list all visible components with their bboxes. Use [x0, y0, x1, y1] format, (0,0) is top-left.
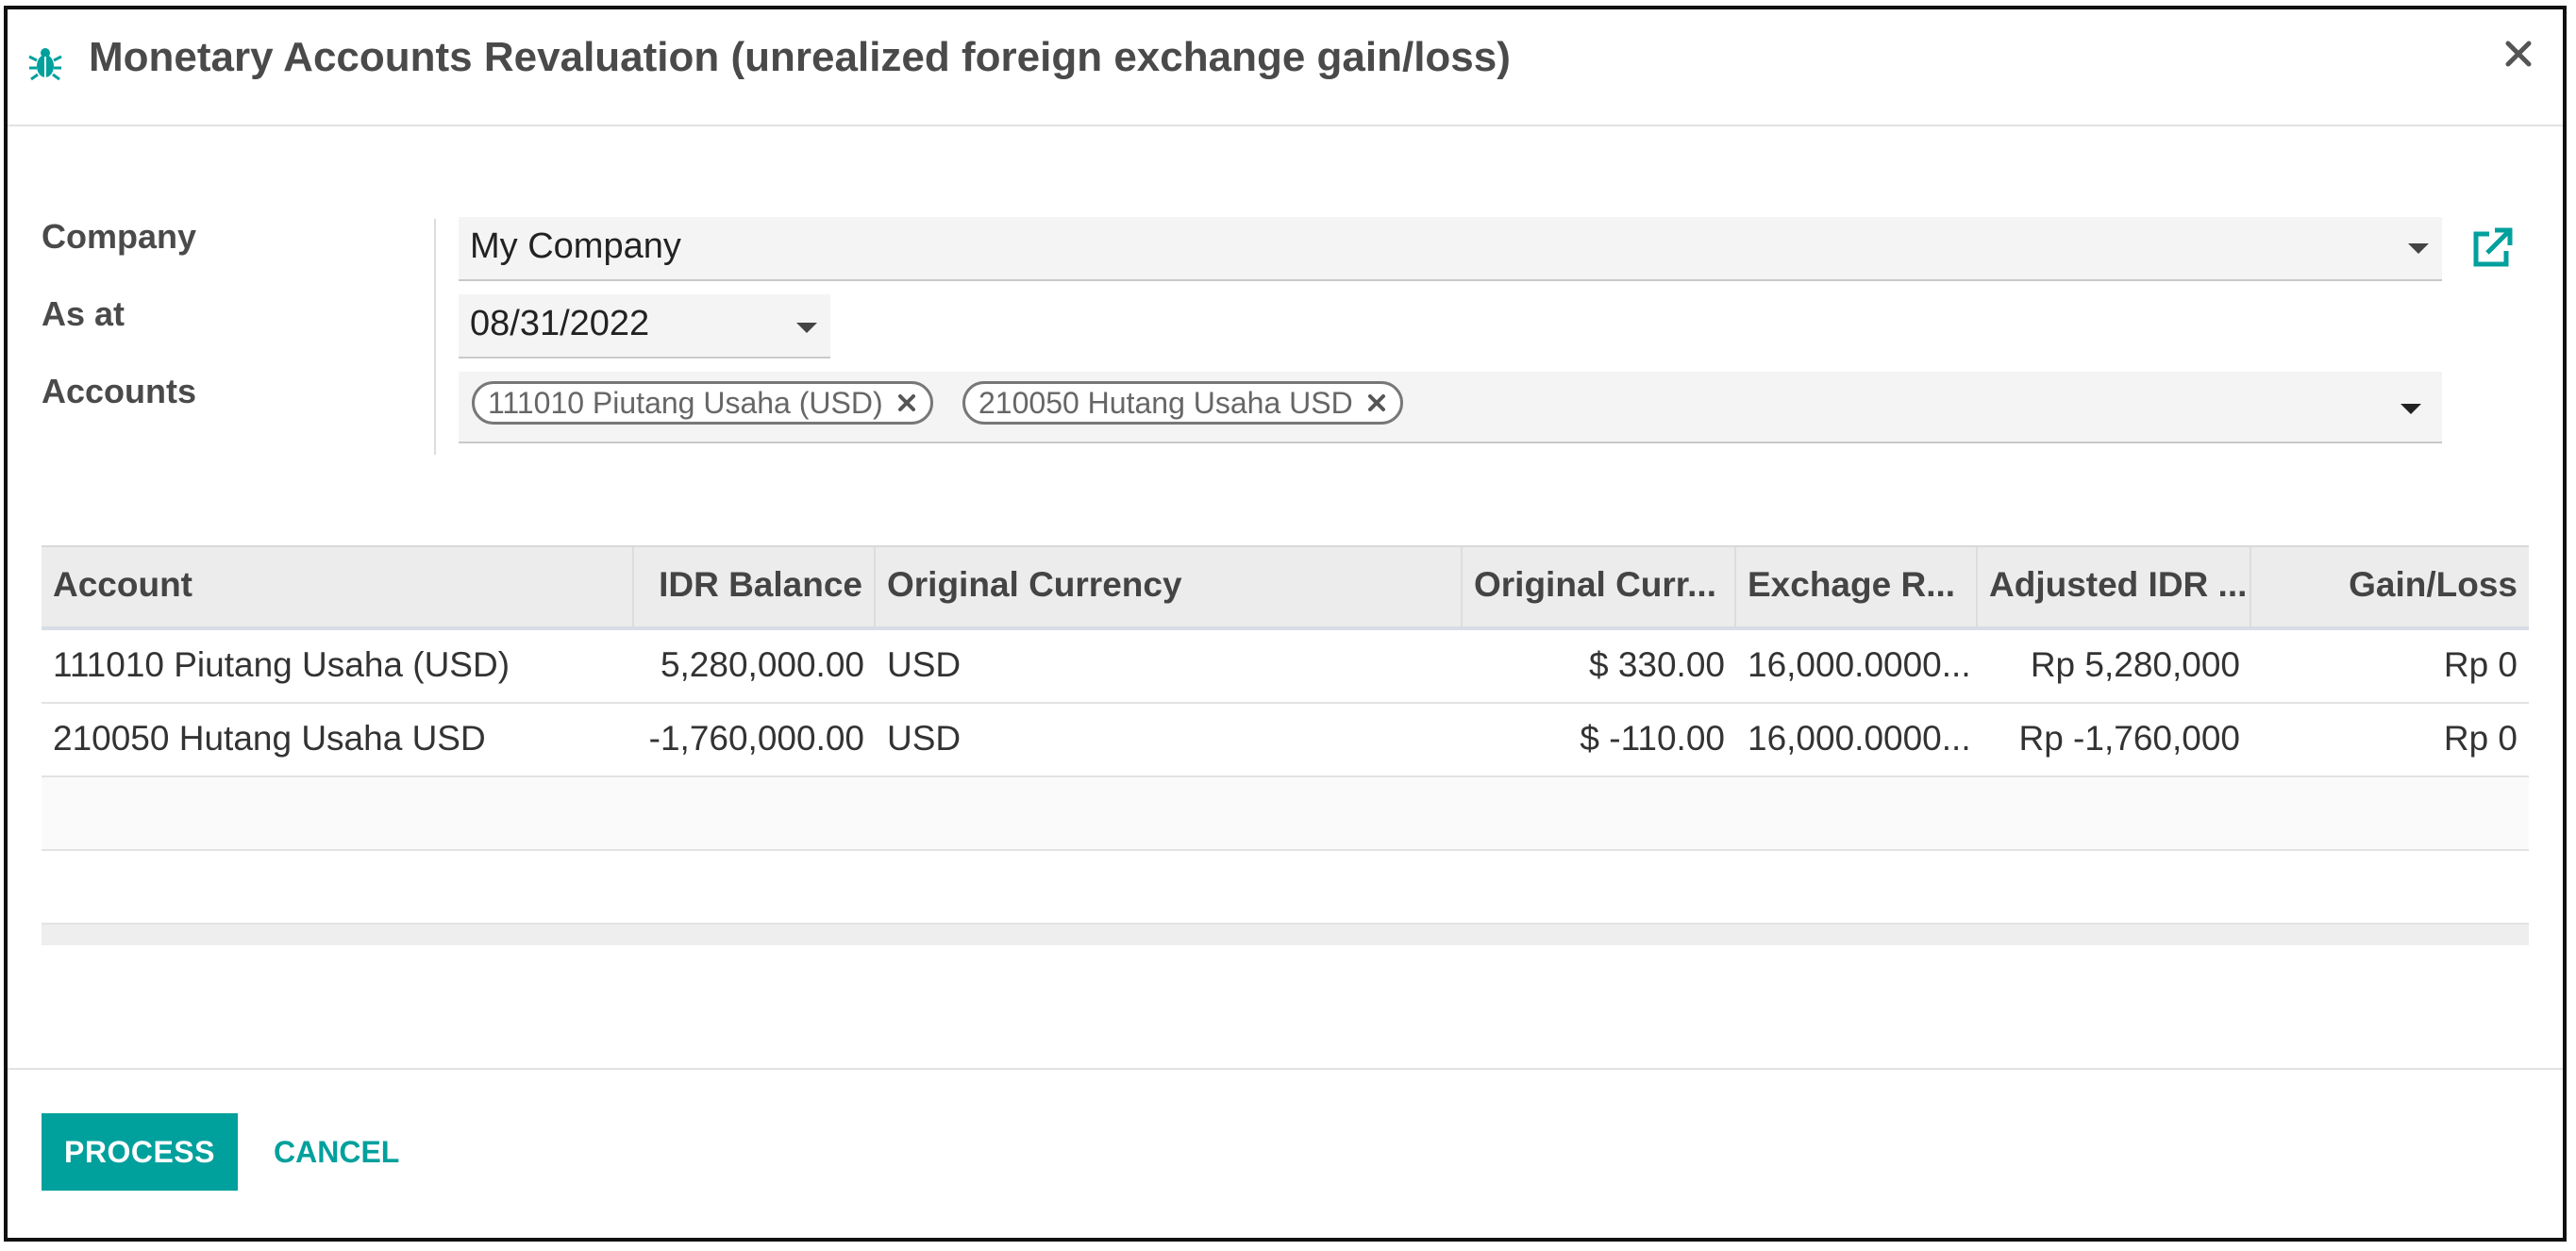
- company-select[interactable]: My Company: [459, 217, 2442, 281]
- cell-original-currency: USD: [887, 719, 962, 758]
- cell-original-currency: USD: [887, 645, 962, 684]
- empty-row: [42, 851, 2529, 925]
- as-at-label: As at: [42, 294, 125, 333]
- cell-original-currency-amount: $ 330.00: [1588, 645, 1725, 684]
- cell-original-currency-amount: $ -110.00: [1580, 719, 1725, 758]
- as-at-date-input[interactable]: 08/31/2022: [459, 294, 830, 359]
- cell-gain-loss: Rp 0: [2443, 719, 2517, 758]
- horizontal-scrollbar[interactable]: [42, 925, 2529, 945]
- company-value: My Company: [470, 226, 681, 266]
- table-header: Account IDR Balance Original Currency Or…: [42, 545, 2529, 630]
- cell-gain-loss: Rp 0: [2443, 645, 2517, 684]
- column-header-gain-loss[interactable]: Gain/Loss: [2251, 547, 2529, 626]
- column-header-exchange-rate[interactable]: Exchage R...: [1736, 547, 1978, 626]
- column-header-original-currency[interactable]: Original Currency: [876, 547, 1463, 626]
- column-header-adjusted-idr[interactable]: Adjusted IDR ...: [1978, 547, 2251, 626]
- dialog-footer: PROCESS CANCEL: [8, 1068, 2563, 1240]
- process-button[interactable]: PROCESS: [42, 1113, 238, 1191]
- column-header-original-currency-amount[interactable]: Original Curr...: [1463, 547, 1736, 626]
- accounts-label: Accounts: [42, 372, 197, 410]
- cell-idr-balance: -1,760,000.00: [648, 719, 864, 758]
- table-row[interactable]: 210050 Hutang Usaha USD -1,760,000.00 US…: [42, 704, 2529, 777]
- account-tag: 210050 Hutang Usaha USD: [962, 381, 1403, 425]
- chevron-down-icon[interactable]: [796, 323, 817, 333]
- remove-tag-icon[interactable]: [896, 392, 917, 413]
- account-tag: 111010 Piutang Usaha (USD): [472, 381, 933, 425]
- table-row[interactable]: 111010 Piutang Usaha (USD) 5,280,000.00 …: [42, 630, 2529, 704]
- column-header-account[interactable]: Account: [42, 547, 634, 626]
- cell-adjusted-idr: Rp 5,280,000: [2030, 645, 2240, 684]
- dialog: Monetary Accounts Revaluation (unrealize…: [4, 6, 2567, 1242]
- cell-adjusted-idr: Rp -1,760,000: [2018, 719, 2240, 758]
- cell-account: 210050 Hutang Usaha USD: [53, 719, 486, 758]
- column-header-idr-balance[interactable]: IDR Balance: [634, 547, 876, 626]
- remove-tag-icon[interactable]: [1366, 392, 1387, 413]
- cell-account: 111010 Piutang Usaha (USD): [53, 645, 510, 684]
- cell-exchange-rate: 16,000.0000...: [1748, 645, 1971, 684]
- cancel-button[interactable]: CANCEL: [274, 1113, 399, 1191]
- cell-idr-balance: 5,280,000.00: [660, 645, 864, 684]
- accounts-tags-input[interactable]: 111010 Piutang Usaha (USD) 210050 Hutang…: [459, 372, 2442, 443]
- revaluation-table: Account IDR Balance Original Currency Or…: [42, 545, 2529, 945]
- empty-row: [42, 777, 2529, 851]
- chevron-down-icon[interactable]: [2400, 404, 2421, 414]
- form-separator: [434, 219, 436, 455]
- company-label: Company: [42, 217, 197, 256]
- chevron-down-icon[interactable]: [2408, 243, 2429, 254]
- external-link-icon[interactable]: [2468, 225, 2516, 272]
- dialog-header: Monetary Accounts Revaluation (unrealize…: [8, 9, 2563, 126]
- cell-exchange-rate: 16,000.0000...: [1748, 719, 1971, 758]
- as-at-value: 08/31/2022: [470, 304, 650, 343]
- dialog-title: Monetary Accounts Revaluation (unrealize…: [89, 34, 1511, 80]
- bug-icon: [28, 48, 62, 81]
- close-icon[interactable]: [2502, 38, 2534, 70]
